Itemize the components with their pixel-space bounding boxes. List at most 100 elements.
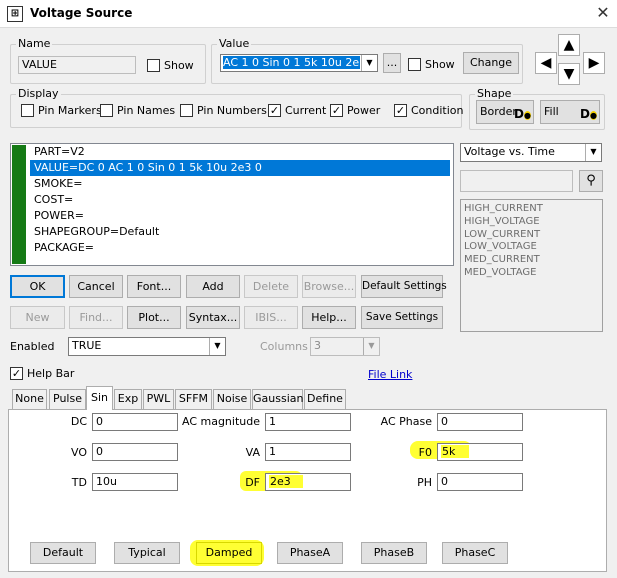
td-field[interactable]: 10u <box>92 473 178 491</box>
arrow-left-icon[interactable]: ◀ <box>535 52 557 74</box>
phasec-preset-button[interactable]: PhaseC <box>442 542 508 564</box>
name-field[interactable]: VALUE <box>18 56 136 74</box>
border-button[interactable]: Border D● <box>476 100 534 124</box>
save-settings-button[interactable]: Save Settings <box>361 306 443 329</box>
va-field[interactable]: 1 <box>265 443 351 461</box>
power-checkbox[interactable]: ✓ <box>330 104 343 117</box>
browse-button[interactable]: Browse... <box>302 275 356 298</box>
value-show-label: Show <box>425 58 455 71</box>
shape-d-icon: D● <box>514 107 531 121</box>
vo-label: VO <box>71 446 87 459</box>
delete-button[interactable]: Delete <box>244 275 298 298</box>
app-icon: ⊞ <box>7 6 23 22</box>
damped-preset-button[interactable]: Damped <box>196 542 262 564</box>
border-button-label: Border <box>480 105 517 118</box>
list-item[interactable]: MED_VOLTAGE <box>464 267 599 280</box>
f0-value: 5k <box>441 445 470 458</box>
font-button[interactable]: Font... <box>127 275 181 298</box>
tab-pwl[interactable]: PWL <box>143 389 174 409</box>
pin-markers-checkbox[interactable] <box>21 104 34 117</box>
tab-none[interactable]: None <box>12 389 47 409</box>
default-preset-button[interactable]: Default <box>30 542 96 564</box>
enabled-value: TRUE <box>72 339 102 352</box>
ibis-button[interactable]: IBIS... <box>244 306 298 329</box>
condition-list[interactable]: HIGH_CURRENT HIGH_VOLTAGE LOW_CURRENT LO… <box>460 199 603 332</box>
pin-names-checkbox[interactable] <box>100 104 113 117</box>
new-button[interactable]: New <box>10 306 65 329</box>
value-ellipsis-button[interactable]: ... <box>383 53 401 73</box>
ph-field[interactable]: 0 <box>437 473 523 491</box>
list-item[interactable]: HIGH_VOLTAGE <box>464 216 599 229</box>
list-item[interactable]: MED_CURRENT <box>464 254 599 267</box>
chevron-down-icon[interactable]: ▼ <box>209 338 225 355</box>
chevron-down-icon[interactable]: ▼ <box>361 55 377 71</box>
name-show-checkbox[interactable] <box>147 59 160 72</box>
attribute-row-selected[interactable]: VALUE=DC 0 AC 1 0 Sin 0 1 5k 10u 2e3 0 <box>30 160 450 176</box>
power-label: Power <box>347 104 381 117</box>
attribute-row[interactable]: POWER= <box>30 208 450 224</box>
value-group-label: Value <box>217 37 252 50</box>
cancel-button[interactable]: Cancel <box>69 275 123 298</box>
attribute-row[interactable]: PACKAGE= <box>30 240 450 256</box>
dc-field[interactable]: 0 <box>92 413 178 431</box>
typical-preset-button[interactable]: Typical <box>114 542 180 564</box>
tab-gaussian[interactable]: Gaussian <box>252 389 303 409</box>
vo-field[interactable]: 0 <box>92 443 178 461</box>
condition-checkbox[interactable]: ✓ <box>394 104 407 117</box>
name-group-label: Name <box>16 37 53 50</box>
tab-noise[interactable]: Noise <box>213 389 251 409</box>
enabled-select[interactable]: TRUE ▼ <box>68 337 226 356</box>
help-bar-checkbox[interactable]: ✓ <box>10 367 23 380</box>
tab-pulse[interactable]: Pulse <box>49 389 86 409</box>
fill-button[interactable]: Fill D● <box>540 100 600 124</box>
ac-phase-field[interactable]: 0 <box>437 413 523 431</box>
binoculars-icon[interactable]: ⚲ <box>579 170 603 192</box>
dc-label: DC <box>70 415 87 428</box>
tab-sin[interactable]: Sin <box>86 386 113 410</box>
tab-define[interactable]: Define <box>304 389 346 409</box>
attribute-row[interactable]: SMOKE= <box>30 176 450 192</box>
find-button[interactable]: Find... <box>69 306 123 329</box>
plot-type-select[interactable]: Voltage vs. Time ▼ <box>460 143 602 162</box>
value-show-checkbox[interactable] <box>408 58 421 71</box>
ac-magnitude-field[interactable]: 1 <box>265 413 351 431</box>
change-button[interactable]: Change <box>463 52 519 74</box>
tab-sffm[interactable]: SFFM <box>175 389 212 409</box>
arrow-right-icon[interactable]: ▶ <box>583 52 605 74</box>
enabled-label: Enabled <box>10 340 55 353</box>
help-button[interactable]: Help... <box>302 306 356 329</box>
default-settings-button[interactable]: Default Settings <box>361 275 447 298</box>
search-field[interactable] <box>460 170 573 192</box>
add-button[interactable]: Add <box>186 275 240 298</box>
phasea-preset-button[interactable]: PhaseA <box>277 542 343 564</box>
attribute-row[interactable]: SHAPEGROUP=Default <box>30 224 450 240</box>
f0-label: F0 <box>418 446 432 459</box>
arrow-down-icon[interactable]: ▼ <box>558 63 580 85</box>
df-field[interactable]: 2e3 <box>265 473 351 491</box>
current-checkbox[interactable]: ✓ <box>268 104 281 117</box>
ac-phase-label: AC Phase <box>380 415 432 428</box>
phaseb-preset-button[interactable]: PhaseB <box>361 542 427 564</box>
attribute-list-marker <box>12 145 26 264</box>
arrow-up-icon[interactable]: ▲ <box>558 34 580 56</box>
columns-select[interactable]: 3 ▼ <box>310 337 380 356</box>
pin-numbers-checkbox[interactable] <box>180 104 193 117</box>
attribute-row[interactable]: COST= <box>30 192 450 208</box>
plot-button[interactable]: Plot... <box>127 306 181 329</box>
columns-value: 3 <box>314 339 321 352</box>
syntax-button[interactable]: Syntax... <box>186 306 240 329</box>
list-item[interactable]: LOW_VOLTAGE <box>464 241 599 254</box>
chevron-down-icon[interactable]: ▼ <box>363 338 379 355</box>
help-bar-label: Help Bar <box>27 367 75 380</box>
ok-button[interactable]: OK <box>10 275 65 298</box>
list-item[interactable]: HIGH_CURRENT <box>464 203 599 216</box>
file-link[interactable]: File Link <box>368 368 412 381</box>
chevron-down-icon[interactable]: ▼ <box>585 144 601 161</box>
pin-names-label: Pin Names <box>117 104 176 117</box>
tab-exp[interactable]: Exp <box>114 389 142 409</box>
close-icon[interactable]: ✕ <box>594 4 612 22</box>
attribute-row[interactable]: PART=V2 <box>30 144 450 160</box>
f0-field[interactable]: 5k <box>437 443 523 461</box>
value-combo[interactable]: AC 1 0 Sin 0 1 5k 10u 2e3 0 ▼ <box>220 54 378 72</box>
list-item[interactable]: LOW_CURRENT <box>464 229 599 242</box>
